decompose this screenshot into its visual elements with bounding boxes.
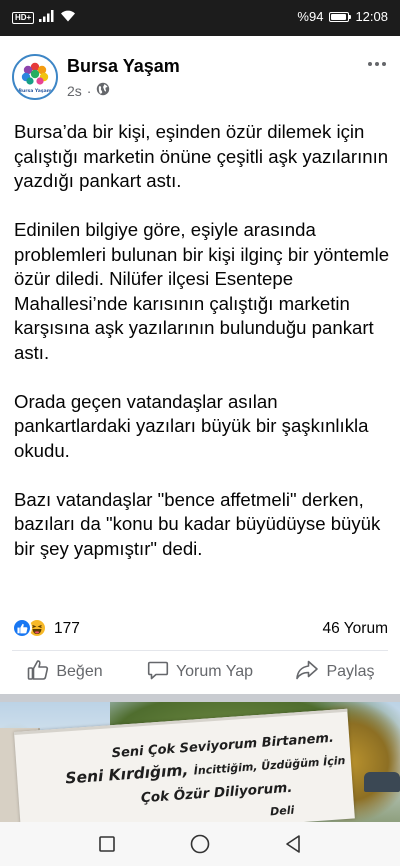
comment-button[interactable]: Yorum Yap bbox=[130, 652, 270, 692]
share-label: Paylaş bbox=[326, 663, 375, 680]
page-name[interactable]: Bursa Yaşam bbox=[67, 56, 180, 77]
like-button[interactable]: Beğen bbox=[0, 652, 130, 692]
banner-text-part: İncittiğim, Üzdüğüm İçin bbox=[193, 753, 346, 778]
banner-text-part: Seni Kırdığım, bbox=[64, 760, 195, 788]
divider bbox=[12, 650, 388, 651]
thumbs-up-outline-icon bbox=[27, 659, 49, 686]
wifi-icon bbox=[60, 10, 76, 25]
signal-icon bbox=[39, 10, 55, 25]
comment-label: Yorum Yap bbox=[175, 663, 254, 680]
globe-icon bbox=[96, 82, 110, 99]
recent-apps-button[interactable] bbox=[87, 824, 127, 864]
square-icon bbox=[98, 836, 115, 852]
status-left: HD+ bbox=[12, 10, 76, 25]
post-meta: 2s · bbox=[67, 82, 110, 99]
network-badge: HD+ bbox=[12, 11, 35, 24]
banner-text: Deli bbox=[269, 803, 295, 819]
post-time[interactable]: 2s bbox=[67, 83, 82, 99]
page-logo-icon: Bursa Yaşam bbox=[14, 56, 56, 98]
comment-count[interactable]: 46 Yorum bbox=[323, 620, 389, 638]
share-button[interactable]: Paylaş bbox=[270, 652, 400, 692]
reaction-count[interactable]: 177 bbox=[54, 620, 80, 638]
apology-banner: Seni Çok Seviyorum Birtanem. Seni Kırdığ… bbox=[14, 708, 355, 822]
svg-text:Bursa Yaşam: Bursa Yaşam bbox=[18, 88, 51, 94]
battery-fill bbox=[331, 13, 347, 20]
battery-icon bbox=[329, 11, 352, 22]
share-arrow-icon bbox=[295, 659, 319, 686]
banner-text: Seni Kırdığım, İncittiğim, Üzdüğüm İçin bbox=[65, 750, 346, 788]
thumbs-up-icon bbox=[12, 618, 32, 638]
post-paragraph: Orada geçen vatandaşlar asılan pankartla… bbox=[14, 390, 369, 461]
post-paragraph: Bursa’da bir kişi, eşinden özür dilemek … bbox=[14, 121, 389, 191]
more-options-icon[interactable] bbox=[368, 62, 386, 66]
battery-percent: %94 bbox=[297, 9, 324, 24]
parked-car bbox=[364, 772, 400, 792]
home-button[interactable] bbox=[180, 824, 220, 864]
post-paragraph: Bazı vatandaşlar "bence affetmeli" derke… bbox=[14, 488, 381, 559]
post-actions: Beğen Yorum Yap Paylaş bbox=[0, 652, 400, 692]
triangle-back-icon bbox=[286, 835, 301, 853]
meta-separator: · bbox=[86, 82, 92, 99]
reaction-icons[interactable] bbox=[12, 618, 47, 638]
banner-text: Çok Özür Diliyorum. bbox=[140, 779, 293, 807]
status-right: %94 12:08 bbox=[297, 9, 388, 24]
feed-separator bbox=[0, 694, 400, 702]
system-nav-bar bbox=[0, 822, 400, 866]
like-label: Beğen bbox=[56, 663, 103, 680]
back-button[interactable] bbox=[273, 824, 313, 864]
speech-bubble-icon bbox=[147, 659, 169, 686]
post-text: Bursa’da bir kişi, eşinden özür dilemek … bbox=[14, 120, 392, 586]
post-paragraph: Edinilen bilgiye göre, eşiyle arasında p… bbox=[14, 219, 390, 363]
circle-icon bbox=[190, 834, 210, 854]
post-header: Bursa Yaşam Bursa Yaşam 2s · bbox=[0, 36, 400, 112]
avatar[interactable]: Bursa Yaşam bbox=[12, 54, 58, 100]
reactions-row: 177 46 Yorum bbox=[12, 618, 388, 642]
next-post-image[interactable]: Seni Çok Seviyorum Birtanem. Seni Kırdığ… bbox=[0, 702, 400, 822]
status-bar: HD+ %94 12:08 bbox=[0, 0, 400, 36]
clock: 12:08 bbox=[355, 9, 388, 24]
